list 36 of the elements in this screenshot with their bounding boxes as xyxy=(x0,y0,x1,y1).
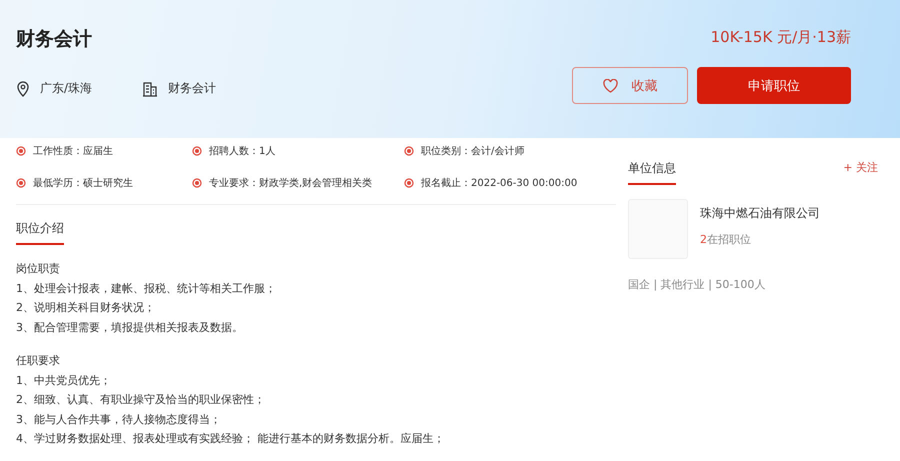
bullet-icon xyxy=(192,146,202,156)
description-line: 1、处理会计报表，建帐、报税、统计等相关工作服； xyxy=(16,280,277,296)
description-line: 2、细致、认真、有职业操守及恰当的职业保密性； xyxy=(16,392,266,408)
company-heading: 单位信息 xyxy=(628,160,676,185)
section-heading: 职位介绍 xyxy=(16,220,64,245)
follow-link[interactable]: + 关注 xyxy=(843,160,878,175)
description-line: 3、能与人合作共事，待人接物态度得当； xyxy=(16,412,222,428)
description-line: 4、学过财务数据处理、报表处理或有实践经验； 能进行基本的财务数据分析。应届生； xyxy=(16,431,446,447)
job-fact: 招聘人数：1人 xyxy=(209,144,276,158)
category-text: 财务会计 xyxy=(168,80,216,97)
job-fact: 工作性质：应届生 xyxy=(33,144,113,158)
job-title: 财务会计 xyxy=(16,27,93,52)
building-icon xyxy=(142,80,158,96)
apply-button[interactable]: 申请职位 xyxy=(697,67,851,104)
bullet-icon xyxy=(192,178,202,188)
subsection-title: 任职要求 xyxy=(16,353,61,369)
bullet-icon xyxy=(16,178,26,188)
description-line: 2、说明相关科目财务状况； xyxy=(16,300,156,316)
description-line: 1、中共党员优先； xyxy=(16,372,112,388)
company-meta: 国企 | 其他行业 | 50-100人 xyxy=(628,277,766,292)
salary-text: 10K-15K 元/月·13薪 xyxy=(710,28,851,47)
bullet-icon xyxy=(404,178,414,188)
open-positions: 2在招职位 xyxy=(700,232,752,247)
job-fact: 专业要求：财政学类,财会管理相关类 xyxy=(209,176,372,190)
heart-icon xyxy=(602,78,618,92)
company-name: 珠海中燃石油有限公司 xyxy=(700,205,820,222)
favorite-button[interactable]: 收藏 xyxy=(572,67,688,104)
job-fact: 最低学历：硕士研究生 xyxy=(33,176,133,190)
description-line: 3、配合管理需要，填报提供相关报表及数据。 xyxy=(16,320,244,336)
job-fact: 职位类别：会计/会计师 xyxy=(421,144,524,158)
bullet-icon xyxy=(404,146,414,156)
location-pin-icon xyxy=(16,80,30,96)
bullet-icon xyxy=(16,146,26,156)
location-text: 广东/珠海 xyxy=(40,80,92,97)
job-fact: 报名截止：2022-06-30 00:00:00 xyxy=(421,176,578,190)
subsection-title: 岗位职责 xyxy=(16,261,61,277)
